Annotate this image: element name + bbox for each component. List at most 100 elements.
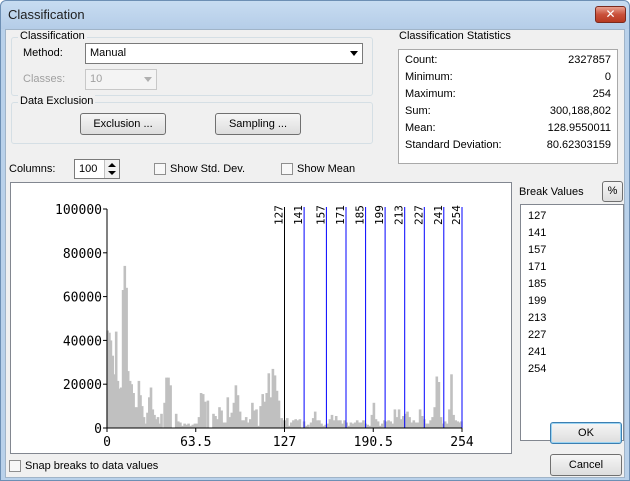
break-value-item[interactable]: 213 <box>528 312 546 324</box>
stat-value: 80.62303159 <box>546 139 611 151</box>
data-exclusion-group-label: Data Exclusion <box>18 95 96 107</box>
break-value-item[interactable]: 199 <box>528 295 546 307</box>
histogram-bar <box>203 401 207 428</box>
break-value-item[interactable]: 241 <box>528 346 546 358</box>
stat-key: Mean: <box>405 122 436 134</box>
break-value-item[interactable]: 185 <box>528 278 546 290</box>
stat-count: Count: 2327857 <box>405 54 611 69</box>
data-exclusion-group: Data Exclusion Exclusion ... Sampling ..… <box>11 95 373 144</box>
checkbox-box[interactable] <box>281 163 293 175</box>
stat-key: Count: <box>405 54 438 66</box>
stat-value: 0 <box>604 71 611 83</box>
method-value: Manual <box>90 47 127 59</box>
break-line-label: 171 <box>334 205 347 225</box>
title-bar: Classification ✕ <box>1 1 629 29</box>
break-value-item[interactable]: 254 <box>528 363 546 375</box>
break-line-label: 127 <box>273 205 286 225</box>
break-lines: 127 141 157 171 185 199 213 227 241 254 <box>273 205 463 428</box>
x-tick-label: 190.5 <box>354 435 393 450</box>
break-value-item[interactable]: 127 <box>528 210 546 222</box>
method-label: Method: <box>23 47 63 59</box>
stat-minimum: Minimum: 0 <box>405 71 611 86</box>
histogram-bar <box>292 420 295 428</box>
stat-key: Standard Deviation: <box>405 139 502 151</box>
break-value-item[interactable]: 227 <box>528 329 546 341</box>
stat-value: 128.9550011 <box>547 122 611 134</box>
show-std-dev-label: Show Std. Dev. <box>170 163 245 175</box>
break-value-item[interactable]: 141 <box>528 227 546 239</box>
method-dropdown[interactable]: Manual <box>85 43 363 64</box>
columns-value: 100 <box>79 163 98 175</box>
close-button[interactable]: ✕ <box>595 6 626 23</box>
break-line-label: 157 <box>314 205 327 225</box>
histogram-chart[interactable]: 127 141 157 171 185 199 213 227 241 254 0 20000 400… <box>11 183 511 453</box>
up-arrow-icon[interactable] <box>108 163 116 167</box>
spinner-buttons[interactable] <box>104 160 119 178</box>
classes-label: Classes: <box>23 73 66 85</box>
dialog-client-area: Classification Method: Manual Classes: 1… <box>5 29 625 478</box>
stat-value: 254 <box>592 88 611 100</box>
classification-statistics: Count: 2327857 Minimum: 0 Maximum: 254 S… <box>398 49 618 164</box>
histogram-bar <box>160 413 163 428</box>
chevron-down-icon <box>350 51 358 56</box>
show-mean-label: Show Mean <box>297 163 356 175</box>
break-line-label: 185 <box>354 205 367 225</box>
snap-breaks-label: Snap breaks to data values <box>25 460 159 472</box>
histogram-bar <box>206 400 210 428</box>
y-tick-label: 60000 <box>63 291 102 306</box>
y-tick-label: 20000 <box>63 378 102 393</box>
stat-value: 300,188,802 <box>549 105 611 117</box>
show-std-dev-checkbox[interactable]: Show Std. Dev. <box>154 163 245 175</box>
down-arrow-icon[interactable] <box>108 171 116 175</box>
x-tick-label: 63.5 <box>180 435 211 450</box>
break-value-item[interactable]: 157 <box>528 244 546 256</box>
window-title: Classification <box>8 7 85 22</box>
classes-dropdown[interactable]: 10 <box>85 69 157 90</box>
classification-dialog: Classification ✕ Classification Method: … <box>0 0 630 481</box>
chevron-down-icon <box>144 77 152 82</box>
break-line-label: 141 <box>292 205 305 225</box>
break-line-label: 254 <box>450 205 463 225</box>
stat-key: Sum: <box>405 105 431 117</box>
break-values-label: Break Values <box>519 186 584 198</box>
percent-button[interactable]: % <box>602 181 623 202</box>
checkbox-box[interactable] <box>154 163 166 175</box>
checkbox-box[interactable] <box>9 460 21 472</box>
x-tick-label: 0 <box>103 435 111 450</box>
histogram-bar <box>255 409 258 428</box>
stat-sum: Sum: 300,188,802 <box>405 105 611 120</box>
y-tick-label: 40000 <box>63 334 102 349</box>
sampling-button[interactable]: Sampling ... <box>215 113 301 135</box>
stat-mean: Mean: 128.9550011 <box>405 122 611 137</box>
stat-standard-deviation: Standard Deviation: 80.62303159 <box>405 139 611 154</box>
stat-maximum: Maximum: 254 <box>405 88 611 103</box>
x-tick-label: 127 <box>273 435 296 450</box>
ok-button[interactable]: OK <box>550 422 622 444</box>
histogram-bar <box>298 419 302 428</box>
y-tick-label: 0 <box>94 422 102 437</box>
show-mean-checkbox[interactable]: Show Mean <box>281 163 355 175</box>
classification-group-label: Classification <box>18 30 87 42</box>
histogram-panel[interactable]: 127 141 157 171 185 199 213 227 241 254 0 20000 400… <box>10 182 512 454</box>
cancel-button[interactable]: Cancel <box>550 454 622 476</box>
break-line-label: 213 <box>393 205 406 225</box>
classification-group: Classification Method: Manual Classes: 1… <box>11 30 373 96</box>
stat-key: Minimum: <box>405 71 453 83</box>
break-line-label: 227 <box>412 205 425 225</box>
histogram-bar <box>169 385 172 428</box>
classes-value: 10 <box>90 73 103 85</box>
snap-breaks-checkbox[interactable]: Snap breaks to data values <box>9 460 158 472</box>
stats-group-label: Classification Statistics <box>399 30 511 42</box>
break-line-label: 199 <box>373 205 386 225</box>
stat-value: 2327857 <box>568 54 611 66</box>
break-values-list[interactable]: 127 141 157 171 185 199 213 227 241 254 <box>520 204 624 441</box>
y-tick-label: 100000 <box>55 203 102 218</box>
y-tick-label: 80000 <box>63 247 102 262</box>
break-line-label: 241 <box>432 205 445 225</box>
exclusion-button[interactable]: Exclusion ... <box>80 113 166 135</box>
break-value-item[interactable]: 171 <box>528 261 546 273</box>
x-tick-label: 254 <box>450 435 474 450</box>
columns-label: Columns: <box>9 163 56 175</box>
stat-key: Maximum: <box>405 88 456 100</box>
columns-spinner[interactable]: 100 <box>74 159 120 179</box>
